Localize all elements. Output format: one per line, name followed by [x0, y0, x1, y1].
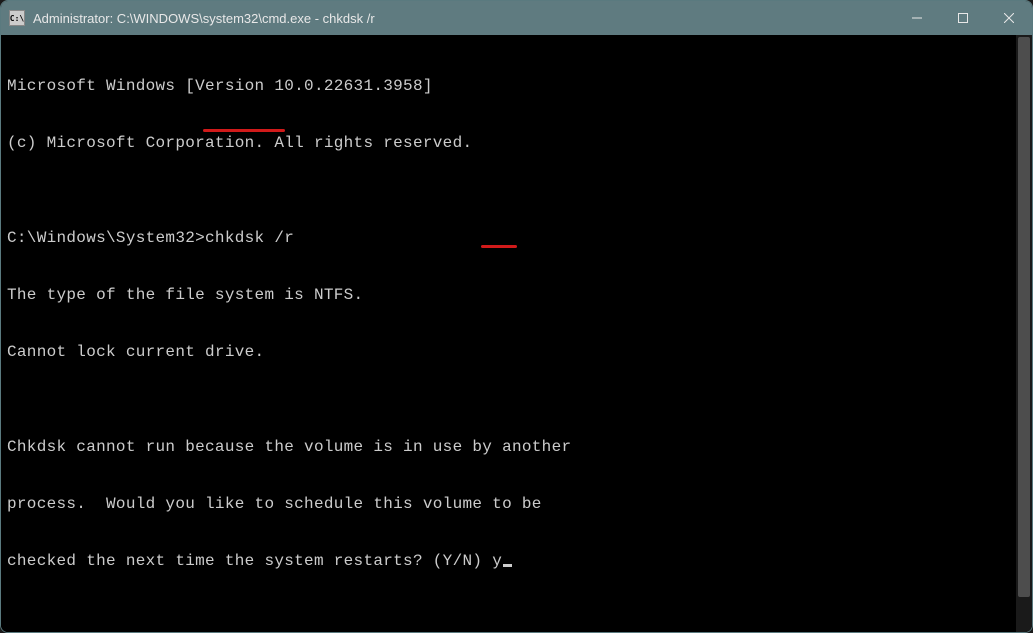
user-input: y	[492, 552, 502, 570]
close-button[interactable]	[986, 1, 1032, 35]
question-text: checked the next time the system restart…	[7, 552, 492, 570]
output-line: Cannot lock current drive.	[7, 343, 1010, 362]
maximize-button[interactable]	[940, 1, 986, 35]
terminal-area: Microsoft Windows [Version 10.0.22631.39…	[1, 35, 1032, 632]
window-controls	[894, 1, 1032, 35]
output-line: process. Would you like to schedule this…	[7, 495, 1010, 514]
maximize-icon	[958, 13, 968, 23]
titlebar[interactable]: C:\ Administrator: C:\WINDOWS\system32\c…	[1, 1, 1032, 35]
close-icon	[1004, 13, 1014, 23]
terminal-output[interactable]: Microsoft Windows [Version 10.0.22631.39…	[1, 35, 1016, 632]
annotation-underline	[203, 129, 285, 132]
command-text: chkdsk /r	[205, 229, 294, 247]
output-line: The type of the file system is NTFS.	[7, 286, 1010, 305]
prompt-question-line: checked the next time the system restart…	[7, 552, 1010, 571]
minimize-icon	[912, 13, 922, 23]
cmd-icon: C:\	[9, 10, 25, 26]
scrollbar-thumb[interactable]	[1018, 37, 1030, 597]
annotation-underline	[481, 245, 517, 248]
cursor-icon	[503, 564, 512, 567]
output-line: Chkdsk cannot run because the volume is …	[7, 438, 1010, 457]
cmd-window: C:\ Administrator: C:\WINDOWS\system32\c…	[0, 0, 1033, 633]
minimize-button[interactable]	[894, 1, 940, 35]
scrollbar-track[interactable]	[1016, 35, 1032, 632]
copyright-line: (c) Microsoft Corporation. All rights re…	[7, 134, 1010, 153]
prompt-path: C:\Windows\System32>	[7, 229, 205, 247]
version-line: Microsoft Windows [Version 10.0.22631.39…	[7, 77, 1010, 96]
window-title: Administrator: C:\WINDOWS\system32\cmd.e…	[33, 11, 894, 26]
